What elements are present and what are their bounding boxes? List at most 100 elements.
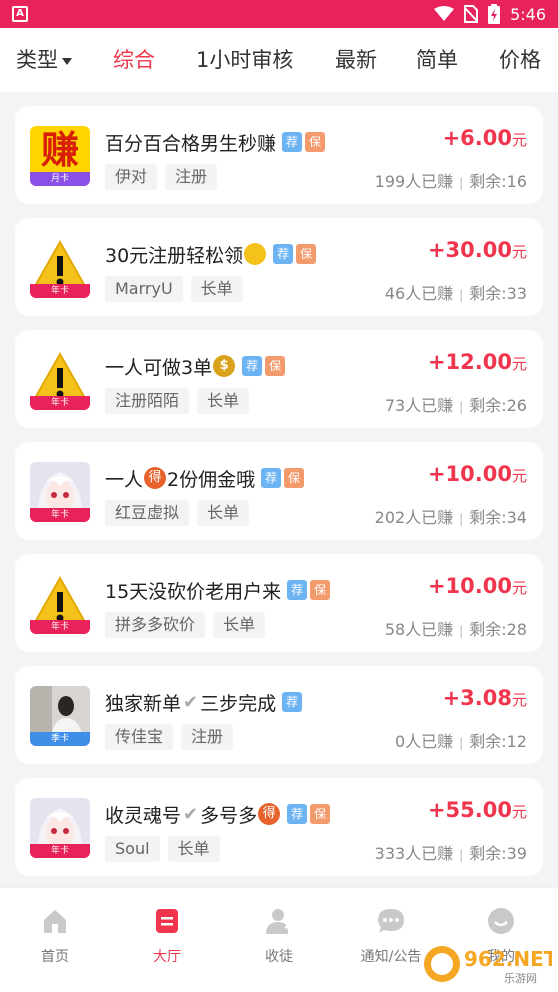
recommend-badge: 荐 [282, 692, 303, 712]
task-stats: 199人已赚 | 剩余:16 [375, 168, 527, 192]
nav-hall-label: 大厅 [153, 949, 181, 965]
caret-down-icon [62, 57, 72, 65]
tab-1h-review[interactable]: 1小时审核 [196, 28, 293, 92]
tab-newest[interactable]: 最新 [335, 28, 377, 92]
task-card[interactable]: 年卡 一人可做3单 $ 荐 保 注册陌陌 长单 +12.00元 73人已赚 | 剩余… [15, 330, 543, 428]
task-title-part: 一人 [105, 468, 144, 491]
task-tag: 传佳宝 [105, 724, 174, 750]
task-stats: 202人已赚 | 剩余:34 [375, 504, 527, 528]
stats-divider: | [459, 288, 464, 302]
task-title: 30元注册轻松领 [105, 244, 244, 267]
card-type-ribbon: 季卡 [30, 732, 90, 746]
nav-hall[interactable]: 大厅 [112, 906, 222, 966]
checkmark-icon: ✔ [183, 691, 199, 713]
nav-home-label: 首页 [41, 949, 69, 965]
task-tag: 注册 [181, 724, 234, 750]
task-tag: Soul [105, 836, 160, 862]
reward-amount: +3.08 [442, 686, 512, 710]
task-card[interactable]: 年卡 收灵魂号 ✔ 多号多 得 荐 保 Soul 长单 +55.00元 333人… [15, 778, 543, 876]
status-time: 5:46 [510, 4, 546, 24]
task-title-part: 2份佣金哦 [167, 468, 256, 491]
stats-divider: | [459, 624, 464, 638]
task-stats: 333人已赚 | 剩余:39 [375, 840, 527, 864]
earned-count: 202人已赚 [374, 508, 454, 527]
task-thumbnail: 年卡 [30, 350, 90, 410]
task-tag: 长单 [190, 276, 243, 302]
task-thumbnail: 季卡 [30, 686, 90, 746]
remaining-count: 剩余:12 [469, 732, 527, 751]
guarantee-badge: 保 [310, 804, 331, 824]
task-card[interactable]: 赚 月卡 百分百合格男生秒赚 荐 保 伊对 注册 +6.00元 199人已赚 | 剩… [15, 106, 543, 204]
card-type-ribbon: 年卡 [30, 508, 90, 522]
task-thumbnail: 年卡 [30, 462, 90, 522]
earned-count: 0人已赚 [395, 732, 454, 751]
task-card[interactable]: 季卡 独家新单 ✔ 三步完成 荐 传佳宝 注册 +3.08元 0人已赚 | 剩余:1… [15, 666, 543, 764]
no-sim-icon [464, 5, 479, 23]
tab-type[interactable]: 类型 [16, 28, 72, 92]
task-stats: 46人已赚 | 剩余:33 [385, 280, 527, 304]
tab-simple[interactable]: 简单 [416, 28, 458, 92]
nav-apprentice[interactable]: 收徒 [224, 906, 334, 966]
reward-amount: +10.00 [427, 574, 512, 598]
message-icon [378, 909, 404, 933]
reward-amount: +10.00 [427, 462, 512, 486]
battery-icon [488, 4, 501, 24]
task-card[interactable]: 年卡 一人 得 2份佣金哦 荐 保 红豆虚拟 长单 +10.00元 202人已赚… [15, 442, 543, 540]
task-list: 赚 月卡 百分百合格男生秒赚 荐 保 伊对 注册 +6.00元 199人已赚 | 剩… [0, 92, 558, 887]
task-stats: 0人已赚 | 剩余:12 [395, 728, 527, 752]
app-notification-icon: A [12, 6, 28, 22]
reward-unit: 元 [511, 691, 527, 709]
task-stats: 73人已赚 | 剩余:26 [385, 392, 527, 416]
guarantee-badge: 保 [265, 356, 286, 376]
task-tag: 注册 [165, 164, 218, 190]
watermark-logo: 962.NET 乐游网 [424, 946, 552, 985]
add-user-icon [266, 909, 293, 934]
task-tag: 拼多多砍价 [105, 612, 206, 638]
nav-home[interactable]: 首页 [0, 906, 110, 966]
reward-unit: 元 [511, 467, 527, 485]
reward-amount: +12.00 [427, 350, 512, 374]
guarantee-badge: 保 [284, 468, 305, 488]
stats-divider: | [459, 848, 464, 862]
recommend-badge: 荐 [287, 804, 308, 824]
remaining-count: 剩余:33 [469, 284, 527, 303]
task-tag: 红豆虚拟 [105, 500, 190, 526]
smile-emoji-icon [244, 243, 267, 265]
status-bar: A 5:46 [0, 0, 558, 28]
tab-type-label: 类型 [16, 48, 58, 72]
task-thumbnail: 赚 月卡 [30, 126, 90, 186]
task-tag: 长单 [197, 500, 250, 526]
tab-comprehensive[interactable]: 综合 [113, 28, 155, 92]
guarantee-badge: 保 [305, 132, 326, 152]
reward-unit: 元 [511, 803, 527, 821]
card-type-ribbon: 年卡 [30, 284, 90, 298]
earned-count: 199人已赚 [374, 172, 454, 191]
card-type-ribbon: 年卡 [30, 396, 90, 410]
task-reward: +30.00元 [428, 238, 527, 262]
card-type-ribbon: 年卡 [30, 620, 90, 634]
reward-unit: 元 [511, 579, 527, 597]
home-icon [44, 910, 66, 933]
task-title: 一人可做3单 [105, 356, 213, 379]
task-tag: 长单 [197, 388, 250, 414]
hall-icon [156, 909, 178, 933]
bottom-nav: 首页 大厅 收徒 通知/公告 我的 962.NET 乐游网 [0, 887, 558, 992]
task-tag: 长单 [213, 612, 266, 638]
reward-amount: +55.00 [427, 798, 512, 822]
tab-price[interactable]: 价格 [499, 28, 541, 92]
guarantee-badge: 保 [296, 244, 317, 264]
remaining-count: 剩余:28 [469, 620, 527, 639]
stats-divider: | [459, 512, 464, 526]
task-card[interactable]: 年卡 15天没砍价老用户来 荐 保 拼多多砍价 长单 +10.00元 58人已赚… [15, 554, 543, 652]
task-reward: +10.00元 [428, 574, 527, 598]
task-reward: +3.08元 [443, 686, 527, 710]
reward-amount: +30.00 [427, 238, 512, 262]
remaining-count: 剩余:26 [469, 396, 527, 415]
task-reward: +6.00元 [443, 126, 527, 150]
reward-amount: +6.00 [442, 126, 512, 150]
reward-unit: 元 [511, 131, 527, 149]
task-card[interactable]: 年卡 30元注册轻松领 荐 保 MarryU 长单 +30.00元 46人已赚 |… [15, 218, 543, 316]
task-stats: 58人已赚 | 剩余:28 [385, 616, 527, 640]
thumbnail-text: 赚 [40, 128, 79, 172]
recommend-badge: 荐 [282, 132, 303, 152]
